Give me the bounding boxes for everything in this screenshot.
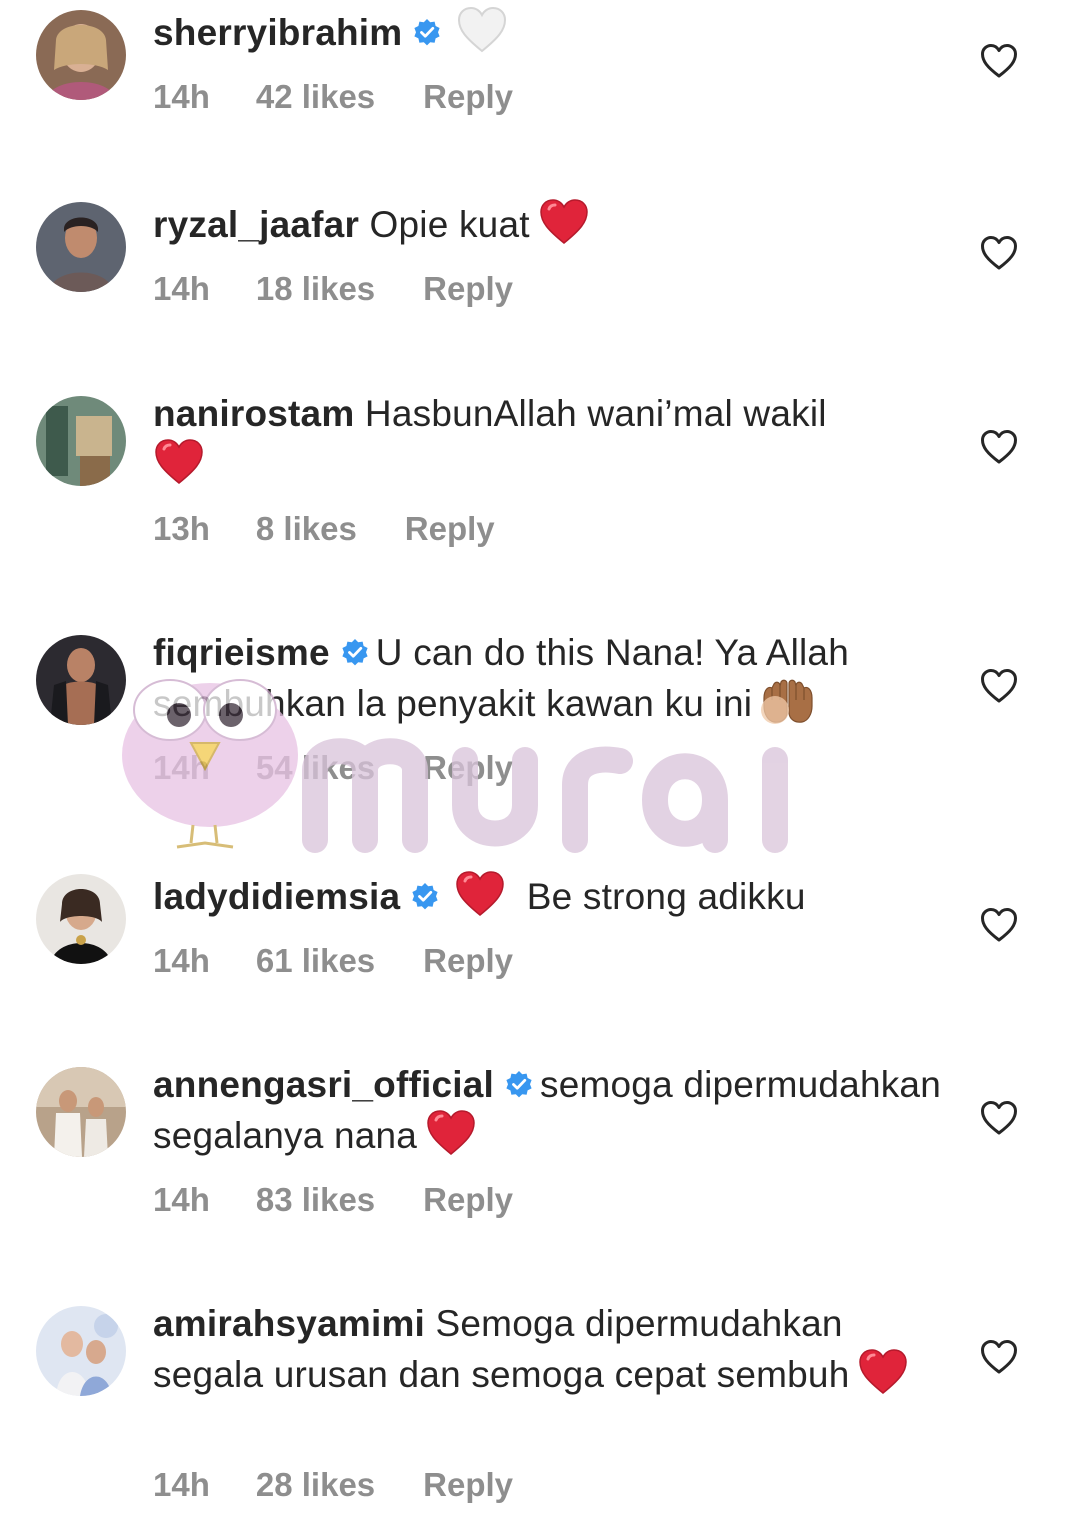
comment-time: 14h [153, 942, 210, 979]
heart-outline-icon[interactable] [980, 907, 1018, 943]
red-heart-icon [454, 869, 506, 919]
comment-username[interactable]: annengasri_official [153, 1064, 494, 1105]
white-heart-icon [456, 5, 508, 55]
avatar[interactable] [36, 1306, 126, 1396]
avatar[interactable] [36, 1067, 126, 1157]
reply-button[interactable]: Reply [405, 510, 495, 548]
comment-text: Be strong adikku [526, 876, 806, 917]
comment-time: 13h [153, 510, 210, 547]
red-heart-icon [857, 1347, 909, 1397]
comment-time: 14h [153, 270, 210, 307]
heart-outline-icon[interactable] [980, 235, 1018, 271]
comment-text: HasbunAllah wani’mal wakil [364, 393, 827, 434]
reply-button[interactable]: Reply [423, 1181, 513, 1219]
comment-likes[interactable]: 83 likes [256, 1181, 375, 1219]
comment-text: Opie kuat [369, 204, 530, 245]
heart-outline-icon[interactable] [980, 668, 1018, 704]
verified-badge-icon [410, 882, 440, 912]
reply-button[interactable]: Reply [423, 1466, 513, 1504]
red-heart-icon [425, 1108, 477, 1158]
comment-likes[interactable]: 8 likes [256, 510, 357, 548]
comment-likes[interactable]: 54 likes [256, 749, 375, 787]
reply-button[interactable]: Reply [423, 270, 513, 308]
heart-outline-icon[interactable] [980, 1100, 1018, 1136]
comment-likes[interactable]: 42 likes [256, 78, 375, 116]
comment-time: 14h [153, 1181, 210, 1218]
comment-likes[interactable]: 28 likes [256, 1466, 375, 1504]
red-heart-icon [153, 437, 205, 487]
reply-button[interactable]: Reply [423, 942, 513, 980]
comment-username[interactable]: sherryibrahim [153, 12, 402, 53]
comment-username[interactable]: ryzal_jaafar [153, 204, 359, 245]
heart-outline-icon[interactable] [980, 1339, 1018, 1375]
red-heart-icon [538, 197, 590, 247]
comment-likes[interactable]: 18 likes [256, 270, 375, 308]
reply-button[interactable]: Reply [423, 749, 513, 787]
comment-username[interactable]: ladydidiemsia [153, 876, 400, 917]
comment-time: 14h [153, 749, 210, 786]
verified-badge-icon [412, 18, 442, 48]
comment-username[interactable]: amirahsyamimi [153, 1303, 425, 1344]
comment-time: 14h [153, 78, 210, 115]
comment-time: 14h [153, 1466, 210, 1503]
reply-button[interactable]: Reply [423, 78, 513, 116]
avatar[interactable] [36, 10, 126, 100]
palms-up-icon [760, 676, 816, 726]
verified-badge-icon [504, 1070, 534, 1100]
verified-badge-icon [340, 638, 370, 668]
comment-username[interactable]: nanirostam [153, 393, 354, 434]
comment-likes[interactable]: 61 likes [256, 942, 375, 980]
avatar[interactable] [36, 396, 126, 486]
heart-outline-icon[interactable] [980, 43, 1018, 79]
avatar[interactable] [36, 874, 126, 964]
avatar[interactable] [36, 202, 126, 292]
avatar[interactable] [36, 635, 126, 725]
heart-outline-icon[interactable] [980, 429, 1018, 465]
comment-username[interactable]: fiqrieisme [153, 632, 330, 673]
